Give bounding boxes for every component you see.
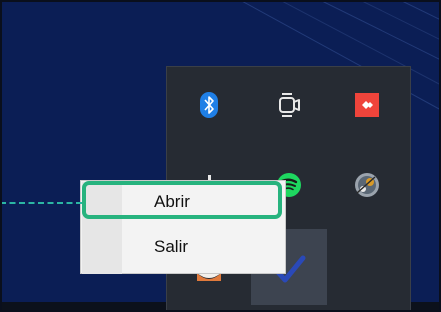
anydesk-icon — [355, 93, 379, 117]
annotation-pointer-line — [0, 202, 82, 204]
menu-item-exit[interactable]: Salir — [82, 229, 285, 265]
menu-item-open[interactable]: Abrir — [82, 184, 285, 220]
tray-bluetooth[interactable] — [189, 85, 229, 125]
steam-icon — [355, 173, 379, 197]
menu-item-label: Salir — [154, 237, 189, 256]
tray-steam[interactable] — [347, 165, 387, 205]
tray-anydesk[interactable] — [347, 85, 387, 125]
tray-camera[interactable] — [269, 85, 309, 125]
menu-item-label: Abrir — [154, 192, 190, 211]
bluetooth-icon — [200, 92, 218, 118]
context-menu: Abrir Salir — [80, 180, 286, 274]
camera-icon — [279, 93, 300, 117]
